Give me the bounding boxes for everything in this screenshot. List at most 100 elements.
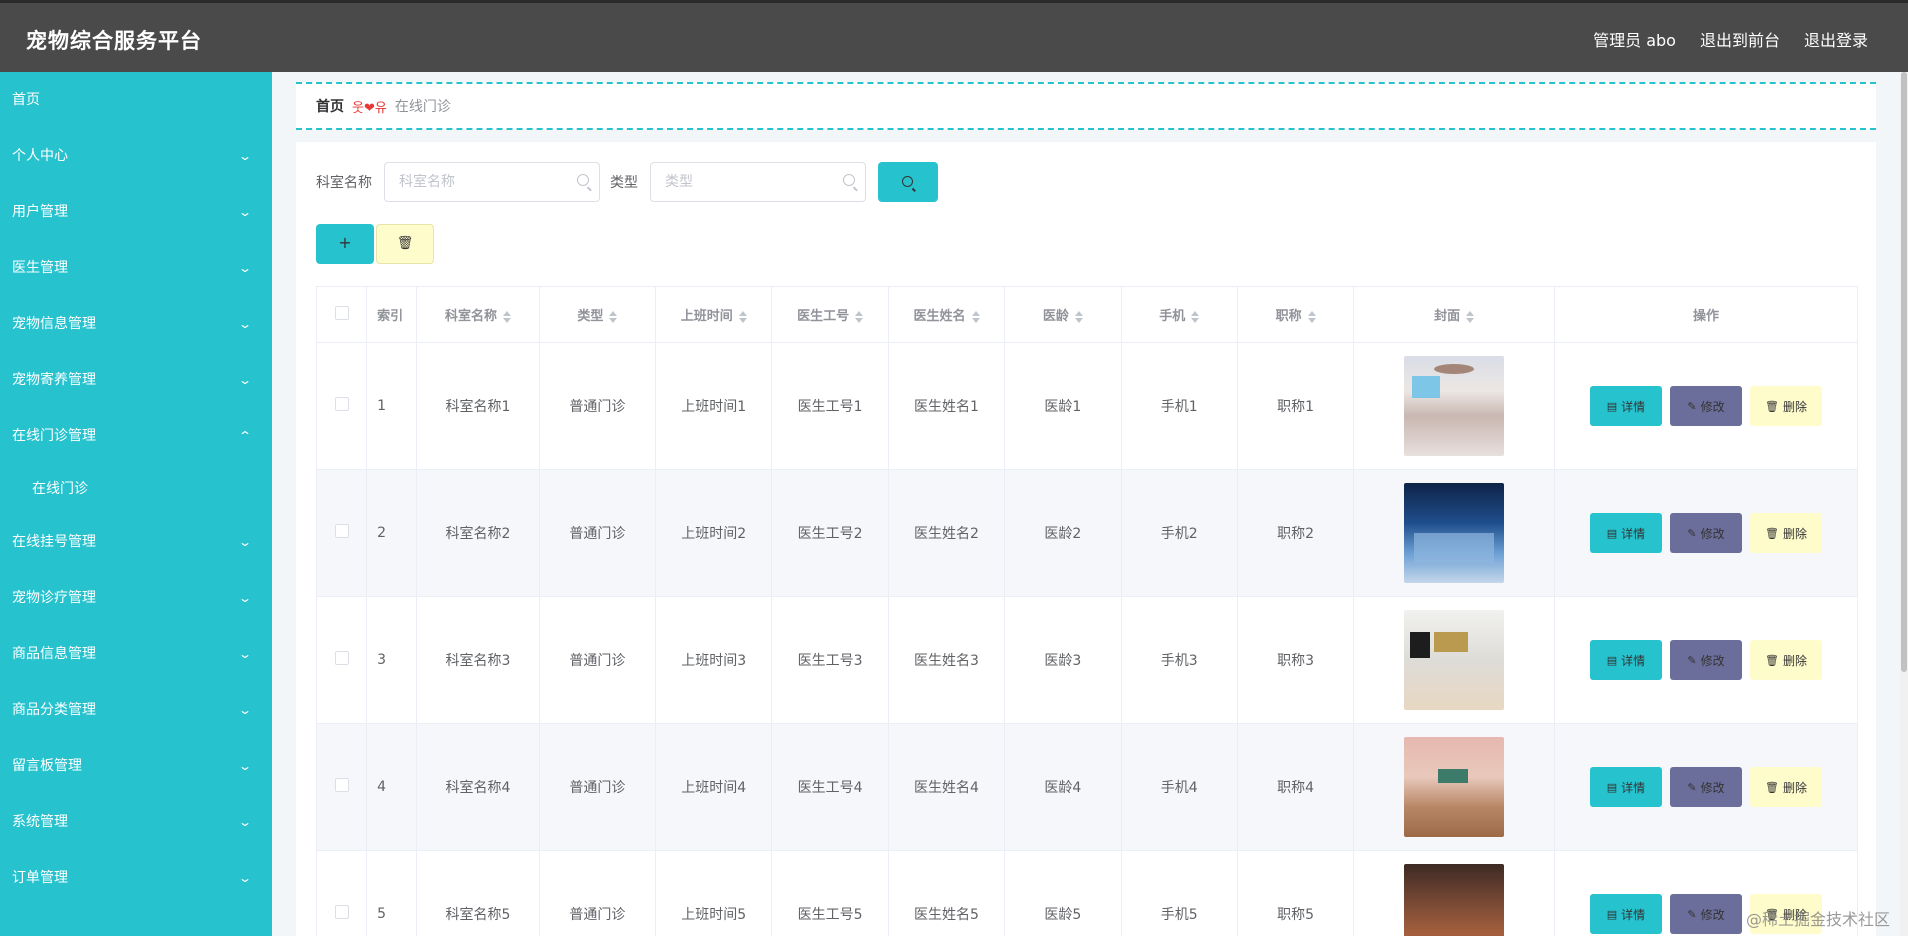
cell-age: 医龄4 bbox=[1004, 723, 1122, 851]
header-doctor-name[interactable]: 医生姓名 bbox=[887, 286, 1006, 343]
detail-button[interactable]: ▤ 详情 bbox=[1589, 513, 1662, 553]
type-input[interactable] bbox=[651, 163, 865, 201]
sidebar-item-personal-center[interactable]: 个人中心 ⌄ bbox=[0, 128, 272, 184]
breadcrumb-separator: 웃❤유 bbox=[352, 100, 387, 116]
delete-button[interactable]: 🗑 删除 bbox=[1749, 767, 1822, 807]
sort-icon[interactable] bbox=[1074, 310, 1083, 323]
delete-button[interactable]: 🗑 删除 bbox=[1749, 513, 1822, 553]
sidebar-item-message-board-management[interactable]: 留言板管理 ⌄ bbox=[0, 738, 272, 794]
select-all-checkbox[interactable] bbox=[334, 305, 349, 320]
row-checkbox[interactable] bbox=[334, 397, 349, 411]
sidebar-item-online-clinic-management[interactable]: 在线门诊管理 ⌃ bbox=[0, 408, 272, 464]
scrollbar-thumb[interactable] bbox=[1901, 72, 1907, 672]
row-checkbox[interactable] bbox=[334, 524, 349, 538]
header-nav: 管理员 abo 退出到前台 退出登录 bbox=[1593, 27, 1868, 51]
cell-ops: ▤ 详情 ✎ 修改 🗑 删除 bbox=[1553, 342, 1859, 470]
cover-image[interactable] bbox=[1404, 356, 1505, 456]
document-icon: ▤ bbox=[1606, 526, 1618, 540]
cover-image[interactable] bbox=[1404, 610, 1505, 710]
cover-image[interactable] bbox=[1404, 483, 1505, 583]
admin-user-label[interactable]: 管理员 abo bbox=[1593, 27, 1676, 51]
type-field[interactable] bbox=[650, 162, 866, 202]
header-cover-label: 封面 bbox=[1434, 309, 1461, 324]
main-content: 首页 웃❤유 在线门诊 科室名称 类型 + 🗑 bbox=[272, 72, 1908, 936]
sort-icon[interactable] bbox=[1466, 310, 1475, 323]
header-age[interactable]: 医龄 bbox=[1004, 286, 1122, 343]
trash-icon: 🗑 bbox=[1764, 780, 1779, 794]
edit-button[interactable]: ✎ 修改 bbox=[1669, 767, 1742, 807]
edit-button[interactable]: ✎ 修改 bbox=[1669, 894, 1742, 934]
sidebar-item-doctor-management[interactable]: 医生管理 ⌄ bbox=[0, 240, 272, 296]
cell-index: 3 bbox=[366, 596, 418, 724]
dept-name-input[interactable] bbox=[385, 163, 599, 201]
cover-image[interactable] bbox=[1404, 864, 1505, 936]
sidebar-item-system-management[interactable]: 系统管理 ⌄ bbox=[0, 794, 272, 850]
sidebar-item-label: 系统管理 bbox=[12, 814, 68, 830]
logout-link[interactable]: 退出登录 bbox=[1804, 27, 1868, 51]
sort-icon[interactable] bbox=[971, 310, 980, 323]
sidebar-item-pet-boarding-management[interactable]: 宠物寄养管理 ⌄ bbox=[0, 352, 272, 408]
chevron-down-icon: ⌄ bbox=[237, 373, 253, 387]
edit-button[interactable]: ✎ 修改 bbox=[1669, 513, 1742, 553]
cell-doctor-name: 医生姓名1 bbox=[887, 342, 1006, 470]
header-doctor-id[interactable]: 医生工号 bbox=[771, 286, 889, 343]
trash-icon: 🗑 bbox=[1764, 653, 1779, 667]
search-icon bbox=[902, 176, 913, 187]
cell-dept: 科室名称2 bbox=[416, 469, 540, 597]
sidebar-item-user-management[interactable]: 用户管理 ⌄ bbox=[0, 184, 272, 240]
cell-time: 上班时间3 bbox=[655, 596, 773, 724]
delete-button[interactable]: 🗑 删除 bbox=[1749, 386, 1822, 426]
sidebar-item-online-registration-management[interactable]: 在线挂号管理 ⌄ bbox=[0, 514, 272, 570]
edit-button[interactable]: ✎ 修改 bbox=[1669, 386, 1742, 426]
sidebar-item-home[interactable]: 首页 bbox=[0, 72, 272, 128]
header-cover[interactable]: 封面 bbox=[1353, 286, 1555, 343]
add-button[interactable]: + bbox=[316, 224, 374, 264]
breadcrumb-home[interactable]: 首页 bbox=[316, 96, 344, 116]
exit-to-front-link[interactable]: 退出到前台 bbox=[1700, 27, 1780, 51]
header-dept[interactable]: 科室名称 bbox=[416, 286, 540, 343]
table-row: 5 科室名称5 普通门诊 上班时间5 医生工号5 医生姓名5 医龄5 手机5 职… bbox=[315, 850, 1859, 936]
vertical-scrollbar[interactable] bbox=[1900, 72, 1908, 936]
sort-icon[interactable] bbox=[1191, 310, 1200, 323]
chevron-down-icon: ⌄ bbox=[237, 815, 253, 829]
header-type[interactable]: 类型 bbox=[538, 286, 657, 343]
sidebar-item-product-info-management[interactable]: 商品信息管理 ⌄ bbox=[0, 626, 272, 682]
detail-button[interactable]: ▤ 详情 bbox=[1589, 767, 1662, 807]
row-select-cell bbox=[315, 342, 368, 470]
detail-button[interactable]: ▤ 详情 bbox=[1589, 640, 1662, 680]
row-checkbox[interactable] bbox=[334, 651, 349, 665]
detail-button[interactable]: ▤ 详情 bbox=[1589, 894, 1662, 934]
chevron-down-icon: ⌄ bbox=[237, 149, 253, 163]
header-phone[interactable]: 手机 bbox=[1120, 286, 1238, 343]
row-checkbox[interactable] bbox=[334, 905, 349, 919]
app-title: 宠物综合服务平台 bbox=[26, 29, 202, 53]
sidebar-item-order-management[interactable]: 订单管理 ⌄ bbox=[0, 850, 272, 906]
sort-icon[interactable] bbox=[609, 310, 618, 323]
detail-button[interactable]: ▤ 详情 bbox=[1589, 386, 1662, 426]
sort-icon[interactable] bbox=[738, 310, 747, 323]
sidebar-item-product-category-management[interactable]: 商品分类管理 ⌄ bbox=[0, 682, 272, 738]
table-row: 4 科室名称4 普通门诊 上班时间4 医生工号4 医生姓名4 医龄4 手机4 职… bbox=[315, 723, 1859, 851]
edit-button[interactable]: ✎ 修改 bbox=[1669, 640, 1742, 680]
sort-icon[interactable] bbox=[855, 310, 864, 323]
top-header: 宠物综合服务平台 管理员 abo 退出到前台 退出登录 bbox=[0, 0, 1908, 72]
sort-icon[interactable] bbox=[503, 310, 512, 323]
dept-name-field[interactable] bbox=[384, 162, 600, 202]
delete-button[interactable]: 🗑 删除 bbox=[1749, 640, 1822, 680]
search-button[interactable] bbox=[878, 162, 938, 202]
sort-icon[interactable] bbox=[1307, 310, 1316, 323]
sidebar-item-pet-treatment-management[interactable]: 宠物诊疗管理 ⌄ bbox=[0, 570, 272, 626]
header-title[interactable]: 职称 bbox=[1236, 286, 1355, 343]
pencil-icon: ✎ bbox=[1687, 399, 1697, 413]
chevron-down-icon: ⌄ bbox=[237, 205, 253, 219]
cell-dept: 科室名称5 bbox=[416, 850, 540, 936]
header-phone-label: 手机 bbox=[1159, 309, 1186, 324]
cover-image[interactable] bbox=[1404, 737, 1505, 837]
sidebar-item-label: 用户管理 bbox=[12, 204, 68, 220]
header-time[interactable]: 上班时间 bbox=[655, 286, 773, 343]
row-checkbox[interactable] bbox=[334, 778, 349, 792]
cell-doctor-name: 医生姓名4 bbox=[887, 723, 1006, 851]
sidebar-item-pet-info-management[interactable]: 宠物信息管理 ⌄ bbox=[0, 296, 272, 352]
sidebar-subitem-online-clinic[interactable]: 在线门诊 bbox=[0, 464, 272, 514]
batch-delete-button[interactable]: 🗑 bbox=[376, 224, 434, 264]
